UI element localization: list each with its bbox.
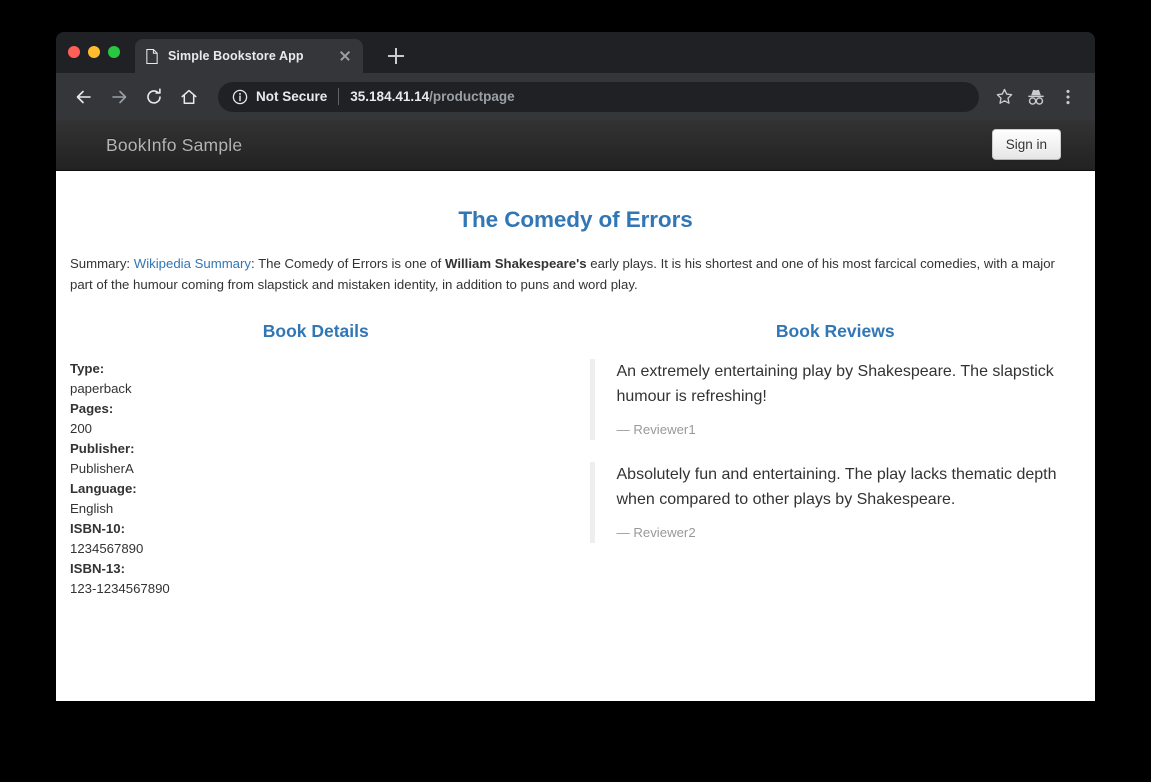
detail-label: Language: xyxy=(70,481,137,496)
info-circle-icon[interactable] xyxy=(232,89,248,105)
summary-part-1: : The Comedy of Errors is one of xyxy=(251,256,446,271)
summary-prefix: Summary: xyxy=(70,256,134,271)
close-window-button[interactable] xyxy=(68,46,80,58)
minimize-window-button[interactable] xyxy=(88,46,100,58)
detail-value: paperback xyxy=(70,381,132,396)
detail-label: Type: xyxy=(70,361,105,376)
detail-value: 200 xyxy=(70,421,93,436)
content-columns: Book Details Type: paperback Pages: 200 … xyxy=(70,321,1081,599)
book-details-heading: Book Details xyxy=(262,321,369,341)
reload-icon[interactable] xyxy=(138,81,170,113)
three-dot-menu-icon[interactable] xyxy=(1053,82,1083,112)
book-reviews-column: Book Reviews An extremely entertaining p… xyxy=(576,321,1082,599)
tab-strip: Simple Bookstore App xyxy=(56,32,1095,73)
wikipedia-summary-link[interactable]: Wikipedia Summary xyxy=(134,256,251,271)
url-path: /productpage xyxy=(429,89,515,104)
book-details-list: Type: paperback Pages: 200 Publisher: Pu… xyxy=(70,359,562,599)
arrow-right-icon[interactable] xyxy=(103,81,135,113)
sign-in-button[interactable]: Sign in xyxy=(991,129,1061,160)
detail-value: English xyxy=(70,501,114,516)
app-navbar: BookInfo Sample Sign in xyxy=(56,120,1095,171)
book-summary: Summary: Wikipedia Summary: The Comedy o… xyxy=(70,254,1081,295)
detail-value: PublisherA xyxy=(70,461,134,476)
omnibox-divider xyxy=(338,88,340,105)
book-details-column: Book Details Type: paperback Pages: 200 … xyxy=(70,321,576,599)
maximize-window-button[interactable] xyxy=(108,46,120,58)
plus-icon[interactable] xyxy=(386,46,406,66)
star-icon[interactable] xyxy=(989,82,1019,112)
detail-label: ISBN-10: xyxy=(70,521,125,536)
address-bar[interactable]: Not Secure 35.184.41.14/productpage xyxy=(218,81,979,112)
security-status-label: Not Secure xyxy=(256,89,328,104)
detail-label: Publisher: xyxy=(70,441,135,456)
review-author: — Reviewer2 xyxy=(616,525,696,540)
detail-value: 123-1234567890 xyxy=(70,581,170,596)
page-viewport: BookInfo Sample Sign in The Comedy of Er… xyxy=(56,120,1095,701)
detail-label: ISBN-13: xyxy=(70,561,125,576)
review-text: An extremely entertaining play by Shakes… xyxy=(616,363,1054,405)
home-icon[interactable] xyxy=(173,81,205,113)
browser-window: Simple Bookstore App Not Secure 35.184.4… xyxy=(56,32,1095,701)
review-item: An extremely entertaining play by Shakes… xyxy=(589,359,1082,440)
page-title: The Comedy of Errors xyxy=(458,207,693,232)
tab-title: Simple Bookstore App xyxy=(168,49,304,63)
book-reviews-heading: Book Reviews xyxy=(775,321,895,341)
detail-label: Pages: xyxy=(70,401,114,416)
close-icon[interactable] xyxy=(337,48,353,64)
arrow-left-icon[interactable] xyxy=(68,81,100,113)
browser-toolbar: Not Secure 35.184.41.14/productpage xyxy=(56,73,1095,120)
page-content: The Comedy of Errors Summary: Wikipedia … xyxy=(56,207,1095,599)
app-brand[interactable]: BookInfo Sample xyxy=(106,133,242,157)
detail-value: 1234567890 xyxy=(70,541,144,556)
summary-author: William Shakespeare's xyxy=(445,256,587,271)
review-item: Absolutely fun and entertaining. The pla… xyxy=(589,462,1082,543)
review-text: Absolutely fun and entertaining. The pla… xyxy=(616,466,1057,508)
url-host: 35.184.41.14 xyxy=(350,89,430,104)
incognito-icon[interactable] xyxy=(1021,82,1051,112)
browser-tab[interactable]: Simple Bookstore App xyxy=(135,39,363,73)
page-document-icon xyxy=(146,48,158,64)
review-author: — Reviewer1 xyxy=(616,422,696,437)
window-controls xyxy=(68,46,120,58)
